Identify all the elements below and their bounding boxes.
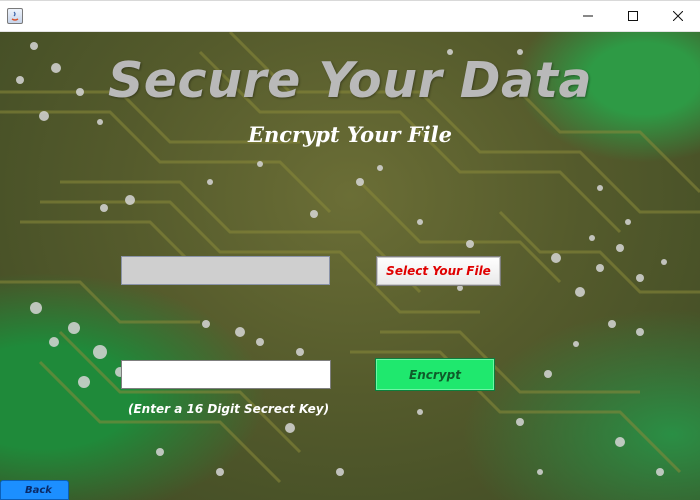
- main-panel: Secure Your Data Encrypt Your File Selec…: [0, 32, 700, 500]
- select-file-button[interactable]: Select Your File: [376, 256, 501, 286]
- page-subtitle: Encrypt Your File: [247, 122, 453, 147]
- close-button[interactable]: [656, 1, 700, 31]
- close-icon: [673, 11, 683, 21]
- back-button[interactable]: Back: [0, 480, 69, 500]
- window-titlebar[interactable]: [0, 1, 700, 32]
- secret-key-input[interactable]: [121, 360, 331, 389]
- maximize-button[interactable]: [611, 1, 655, 31]
- encrypt-button[interactable]: Encrypt: [375, 358, 495, 391]
- secret-key-hint: (Enter a 16 Digit Secrect Key): [128, 402, 330, 416]
- java-app-icon[interactable]: [7, 8, 23, 24]
- file-path-field[interactable]: [121, 256, 330, 285]
- maximize-icon: [628, 11, 638, 21]
- minimize-icon: [583, 15, 593, 17]
- minimize-button[interactable]: [566, 1, 610, 31]
- page-title: Secure Your Data: [107, 52, 593, 109]
